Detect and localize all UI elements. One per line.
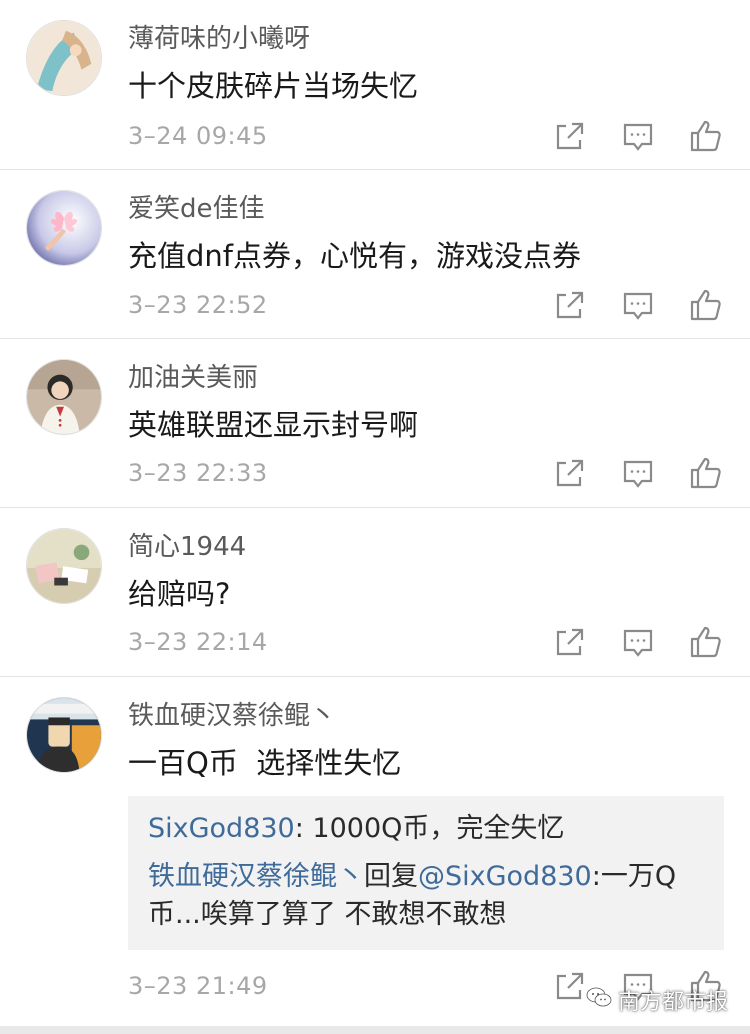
comment-text: 给赔吗? xyxy=(128,577,231,611)
reply-username[interactable]: SixGod830 xyxy=(148,813,295,844)
avatar[interactable] xyxy=(26,190,102,266)
comment-item: 简心1944 给赔吗? 3–23 22:14 xyxy=(0,508,750,677)
comment-text: 一百Q币 选择性失忆 xyxy=(128,746,402,780)
comment-item: 薄荷味的小曦呀 十个皮肤碎片当场失忆 3–24 09:45 xyxy=(0,0,750,170)
reply-item[interactable]: 铁血硬汉蔡徐鲲丶回复@SixGod830:一万Q 币...唉算了算了 不敢想不敢想 xyxy=(148,858,708,934)
comment-text: 十个皮肤碎片当场失忆 xyxy=(128,69,419,103)
comment-time: 3–24 09:45 xyxy=(128,122,268,150)
share-icon[interactable] xyxy=(552,968,588,1004)
comment-time: 3–23 22:33 xyxy=(128,459,268,487)
reply-verb: 回复 xyxy=(364,861,418,892)
reply-username[interactable]: 铁血硬汉蔡徐鲲丶 xyxy=(148,861,364,892)
share-icon[interactable] xyxy=(552,455,588,491)
comment-time: 3–23 22:14 xyxy=(128,628,268,656)
wechat-icon xyxy=(586,986,612,1014)
reply-separator: : xyxy=(294,813,313,844)
comment-username[interactable]: 加油关美丽 xyxy=(128,359,258,397)
comment-footer: 3–23 22:33 xyxy=(0,453,750,493)
reply-mention[interactable]: @SixGod830 xyxy=(418,861,592,892)
comment-text: 英雄联盟还显示封号啊 xyxy=(128,408,419,442)
reply-text: 1000Q币，完全失忆 xyxy=(312,813,565,844)
replies-box[interactable]: SixGod830: 1000Q币，完全失忆 铁血硬汉蔡徐鲲丶回复@SixGod… xyxy=(128,796,724,950)
comment-feed: 薄荷味的小曦呀 十个皮肤碎片当场失忆 3–24 09:45 爱笑de佳佳 充值d… xyxy=(0,0,750,1034)
reply-text-continued: 币...唉算了算了 不敢想不敢想 xyxy=(148,899,507,930)
avatar[interactable] xyxy=(26,697,102,773)
avatar[interactable] xyxy=(26,20,102,96)
comment-item: 爱笑de佳佳 充值dnf点券，心悦有，游戏没点券 3–23 22:52 xyxy=(0,170,750,339)
comment-footer: 3–23 22:14 xyxy=(0,622,750,662)
comment-time: 3–23 21:49 xyxy=(128,972,268,1000)
reply-item[interactable]: SixGod830: 1000Q币，完全失忆 xyxy=(148,810,708,848)
reply-text: :一万Q xyxy=(591,861,677,892)
comment-icon[interactable] xyxy=(620,455,656,491)
thumbs-up-icon[interactable] xyxy=(688,287,724,323)
comment-username[interactable]: 简心1944 xyxy=(128,528,246,566)
thumbs-up-icon[interactable] xyxy=(688,118,724,154)
share-icon[interactable] xyxy=(552,118,588,154)
comment-footer: 3–24 09:45 xyxy=(0,116,750,156)
thumbs-up-icon[interactable] xyxy=(688,624,724,660)
comment-footer: 3–23 22:52 xyxy=(0,285,750,325)
comment-username[interactable]: 铁血硬汉蔡徐鲲丶 xyxy=(128,697,336,735)
avatar[interactable] xyxy=(26,359,102,435)
comment-icon[interactable] xyxy=(620,624,656,660)
comment-username[interactable]: 薄荷味的小曦呀 xyxy=(128,20,310,58)
comment-text: 充值dnf点券，心悦有，游戏没点券 xyxy=(128,239,581,273)
comment-icon[interactable] xyxy=(620,118,656,154)
watermark: 南方都市报 xyxy=(586,984,728,1016)
avatar[interactable] xyxy=(26,528,102,604)
comment-time: 3–23 22:52 xyxy=(128,291,268,319)
watermark-text: 南方都市报 xyxy=(617,990,728,1015)
bottom-divider xyxy=(0,1026,750,1034)
comment-icon[interactable] xyxy=(620,287,656,323)
share-icon[interactable] xyxy=(552,287,588,323)
share-icon[interactable] xyxy=(552,624,588,660)
comment-item: 加油关美丽 英雄联盟还显示封号啊 3–23 22:33 xyxy=(0,339,750,508)
thumbs-up-icon[interactable] xyxy=(688,455,724,491)
comment-username[interactable]: 爱笑de佳佳 xyxy=(128,190,265,228)
